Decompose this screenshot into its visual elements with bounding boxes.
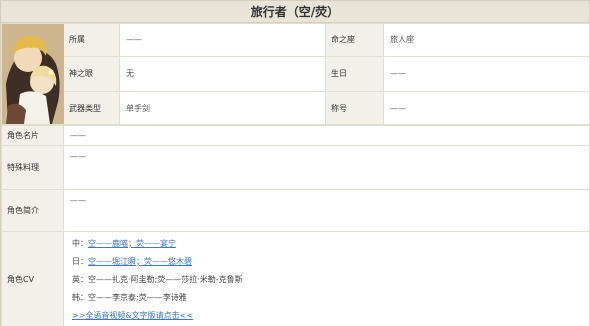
namecard-label: 角色名片 <box>1 125 64 146</box>
intro-label: 角色简介 <box>1 189 64 232</box>
special-dish-value: —— <box>63 145 590 190</box>
info-table: 所属 —— 命之座 旅人座 神之眼 无 生日 —— 武器类型 单手剑 称号 —— <box>1 23 590 125</box>
cv-en-line: 英：空——扎克·阿圭勒;荧——莎拉·米勒-克鲁斯 <box>72 274 243 284</box>
weapon-type-label: 武器类型 <box>63 91 120 125</box>
info-row: 武器类型 单手剑 称号 —— <box>2 91 590 125</box>
avatar-cell <box>1 23 64 125</box>
special-dish-label: 特殊料理 <box>1 145 64 190</box>
cv-jp-link[interactable]: 空——堀江瞬；荧——悠木碧 <box>88 257 192 266</box>
detail-row: 特殊料理 —— <box>1 145 590 190</box>
cv-jp-line: 日：空——堀江瞬；荧——悠木碧 <box>68 253 585 271</box>
character-portrait-icon <box>2 24 64 124</box>
constellation-value: 旅人座 <box>383 23 590 57</box>
birthday-label: 生日 <box>325 55 384 93</box>
page-title: 旅行者（空/荧） <box>1 1 589 23</box>
details-table: 角色名片 —— 特殊料理 —— 角色简介 —— 角色CV 中：空——鹿喵；荧——… <box>1 125 590 326</box>
weapon-type-value: 单手剑 <box>119 91 326 125</box>
cv-jp-prefix: 日： <box>72 256 88 266</box>
cv-full-line: >>全语音视频&文字版请点击<< <box>68 307 585 325</box>
cv-cn-prefix: 中： <box>72 238 88 248</box>
affiliation-value: —— <box>119 23 326 57</box>
constellation-label: 命之座 <box>325 23 384 57</box>
full-voice-link[interactable]: >>全语音视频&文字版请点击<< <box>72 311 193 320</box>
detail-row: 角色CV 中：空——鹿喵；荧——宴宁 日：空——堀江瞬；荧——悠木碧 英：空——… <box>1 231 590 326</box>
cv-cn-line: 中：空——鹿喵；荧——宴宁 <box>68 235 585 253</box>
info-row: 神之眼 无 生日 —— <box>2 55 590 93</box>
cv-list: 中：空——鹿喵；荧——宴宁 日：空——堀江瞬；荧——悠木碧 英：空——扎克·阿圭… <box>63 231 590 326</box>
namecard-value: —— <box>63 125 590 146</box>
info-row: 所属 —— 命之座 旅人座 <box>1 23 590 125</box>
cv-label: 角色CV <box>1 231 64 326</box>
vision-label: 神之眼 <box>63 55 120 93</box>
cv-kr-line: 韩：空——李京泰;荧——李诗雅 <box>72 292 187 302</box>
avatar <box>2 24 64 124</box>
character-panel: 旅行者（空/荧） 所属 —— 命之座 旅人座 神之眼 无 生日 —— 武器类型 … <box>0 0 590 326</box>
detail-row: 角色名片 —— <box>1 125 590 146</box>
title-label: 称号 <box>325 91 384 125</box>
affiliation-label: 所属 <box>63 23 120 57</box>
vision-value: 无 <box>119 55 326 93</box>
birthday-value: —— <box>383 55 590 93</box>
detail-row: 角色简介 —— <box>1 189 590 232</box>
intro-value: —— <box>63 189 590 232</box>
title-value: —— <box>383 91 590 125</box>
cv-cn-link[interactable]: 空——鹿喵；荧——宴宁 <box>88 239 176 248</box>
